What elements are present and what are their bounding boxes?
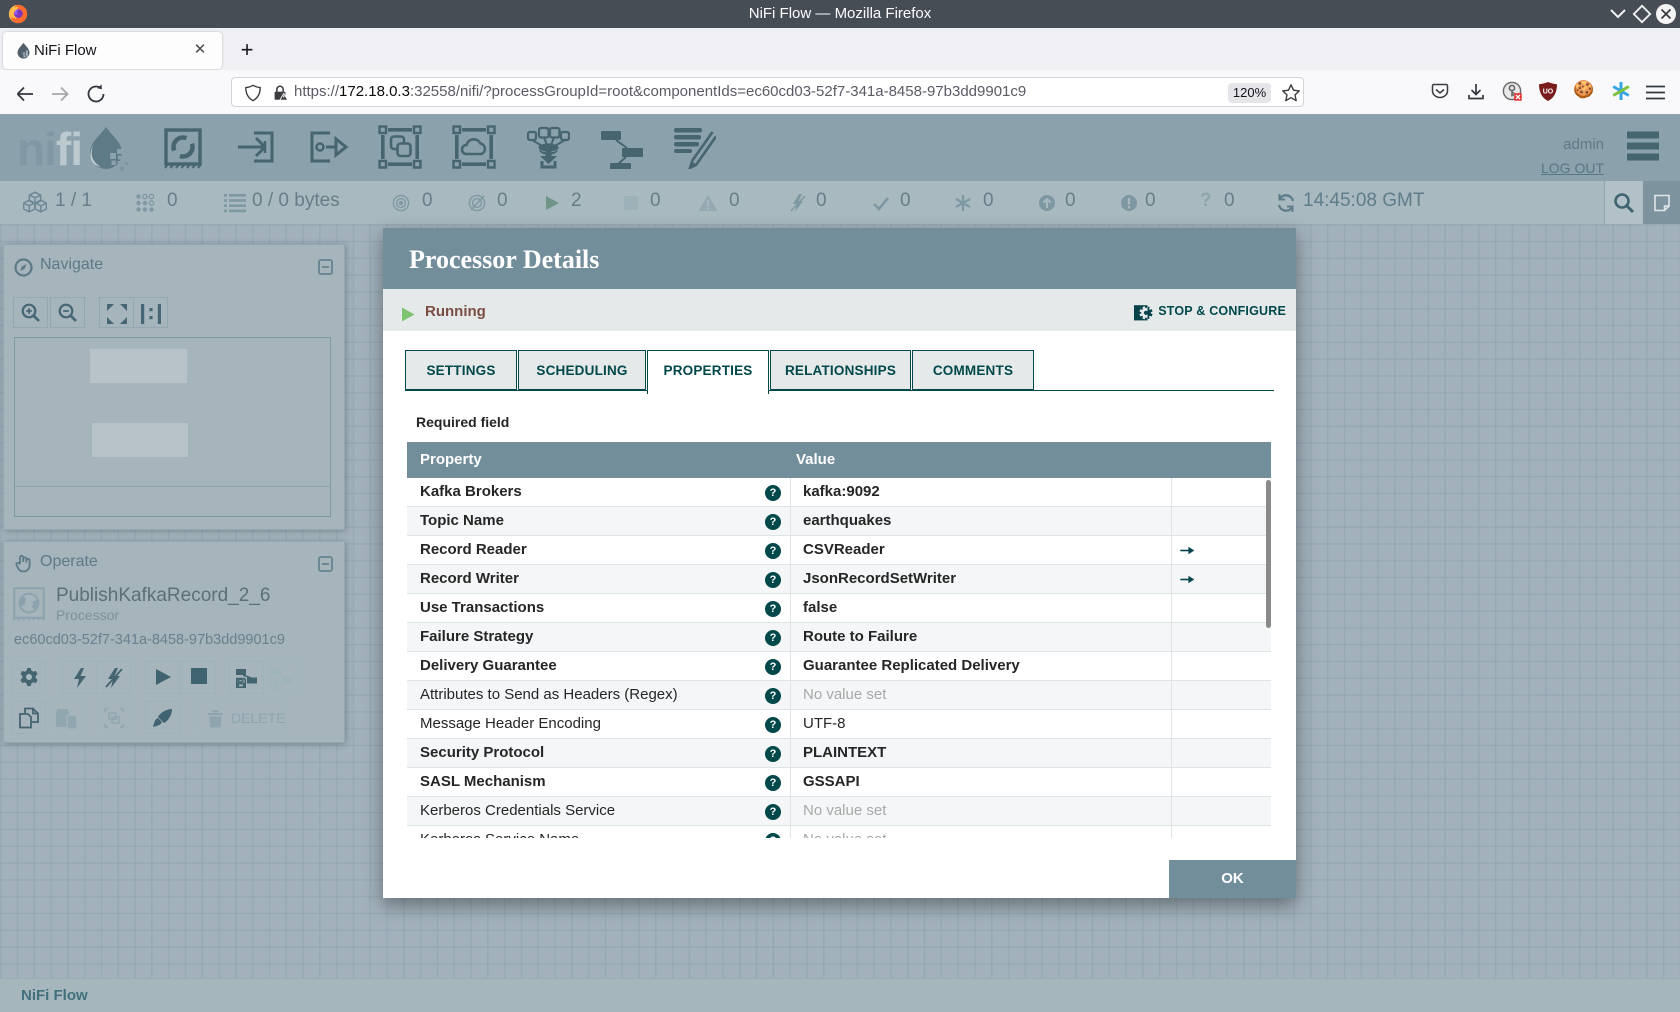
- svg-text:UO: UO: [1543, 89, 1554, 96]
